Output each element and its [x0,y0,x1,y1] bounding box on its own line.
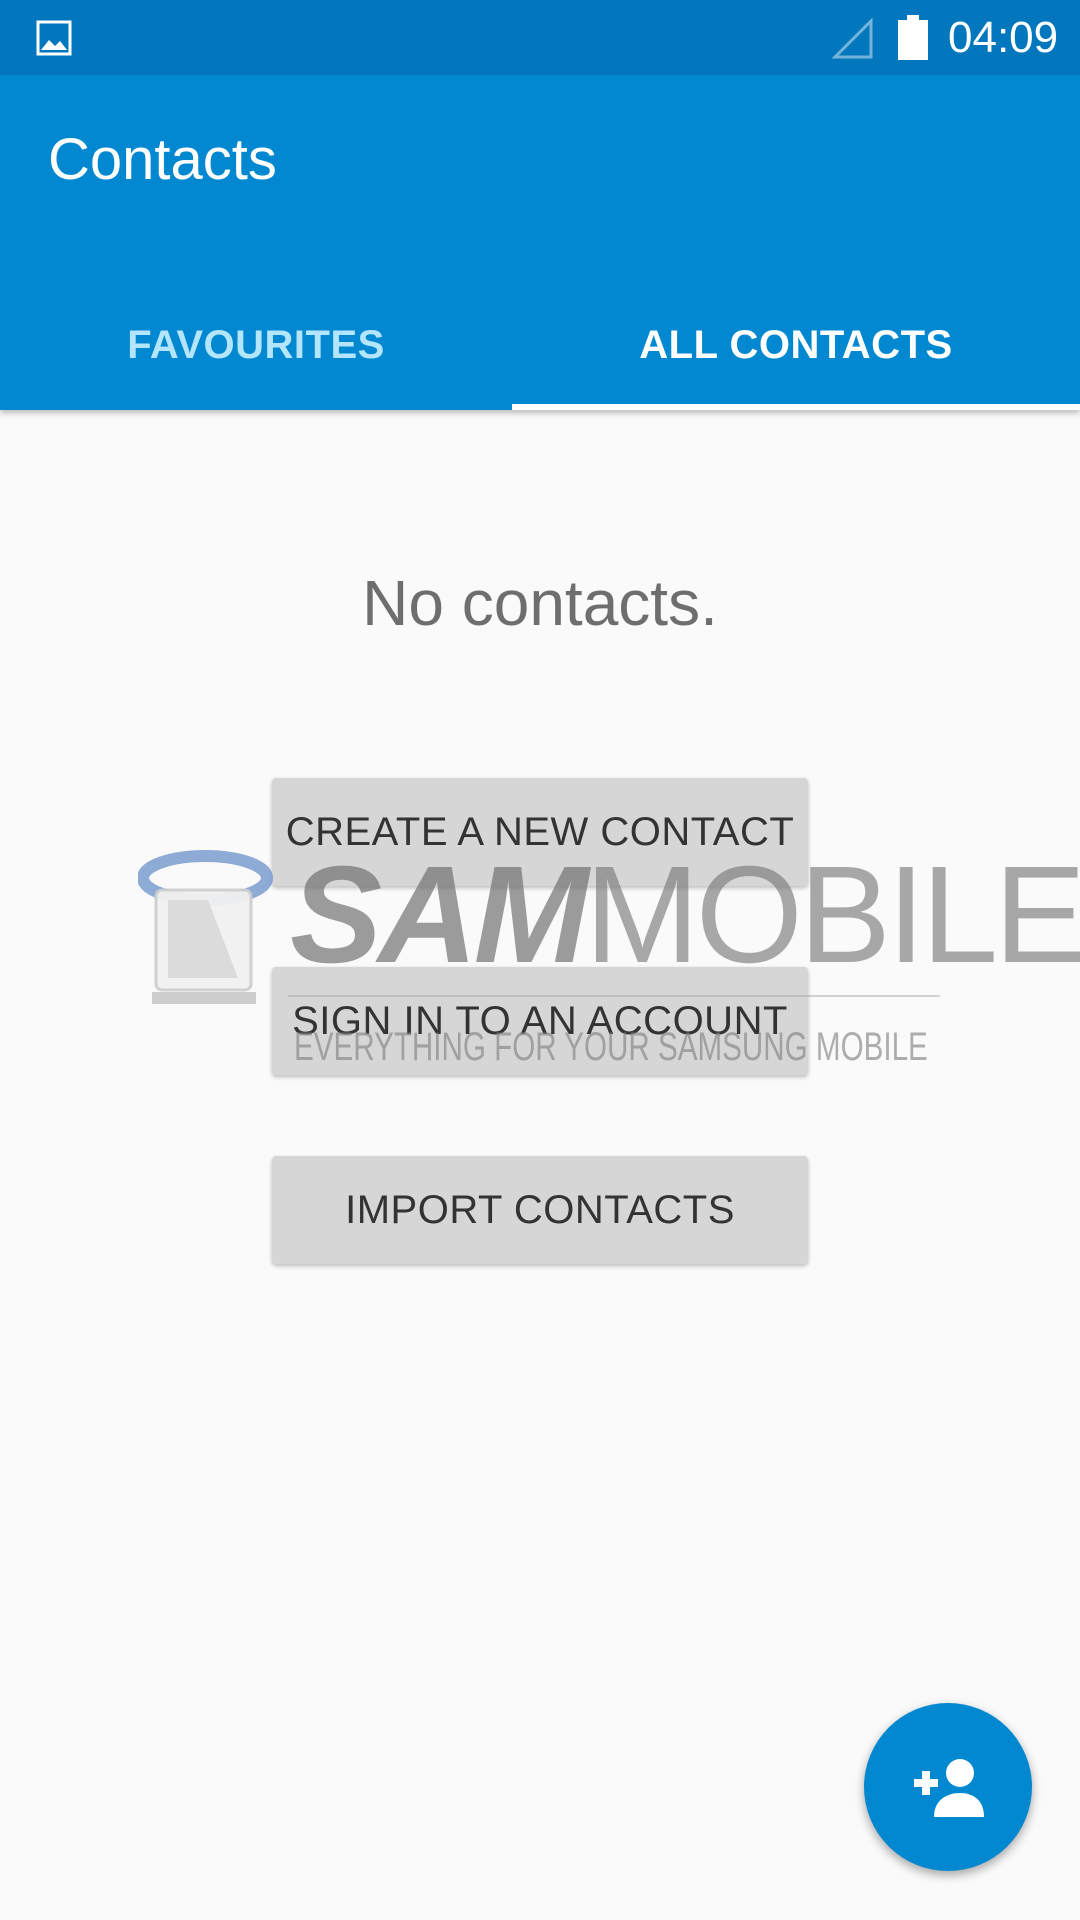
tab-all-contacts[interactable]: ALL CONTACTS [512,290,1080,400]
signal-icon [831,17,873,59]
tab-favourites[interactable]: FAVOURITES [0,290,512,400]
status-time: 04:09 [948,13,1059,62]
app-bar: Contacts FAVOURITES ALL CONTACTS [0,75,1080,410]
page-title: Contacts [48,127,277,192]
empty-state-message: No contacts. [362,567,718,639]
add-contact-fab[interactable] [864,1703,1032,1871]
watermark-logo-icon [138,850,273,1004]
import-contacts-button[interactable]: IMPORT CONTACTS [272,1156,808,1264]
sign-in-account-button[interactable]: SIGN IN TO AN ACCOUNT [272,967,808,1075]
create-contact-button[interactable]: CREATE A NEW CONTACT [272,778,808,886]
tab-indicator [512,404,1080,410]
status-bar: 04:09 [0,0,1080,75]
add-person-icon [914,1759,984,1817]
battery-icon [898,15,928,60]
gallery-icon [36,20,72,56]
